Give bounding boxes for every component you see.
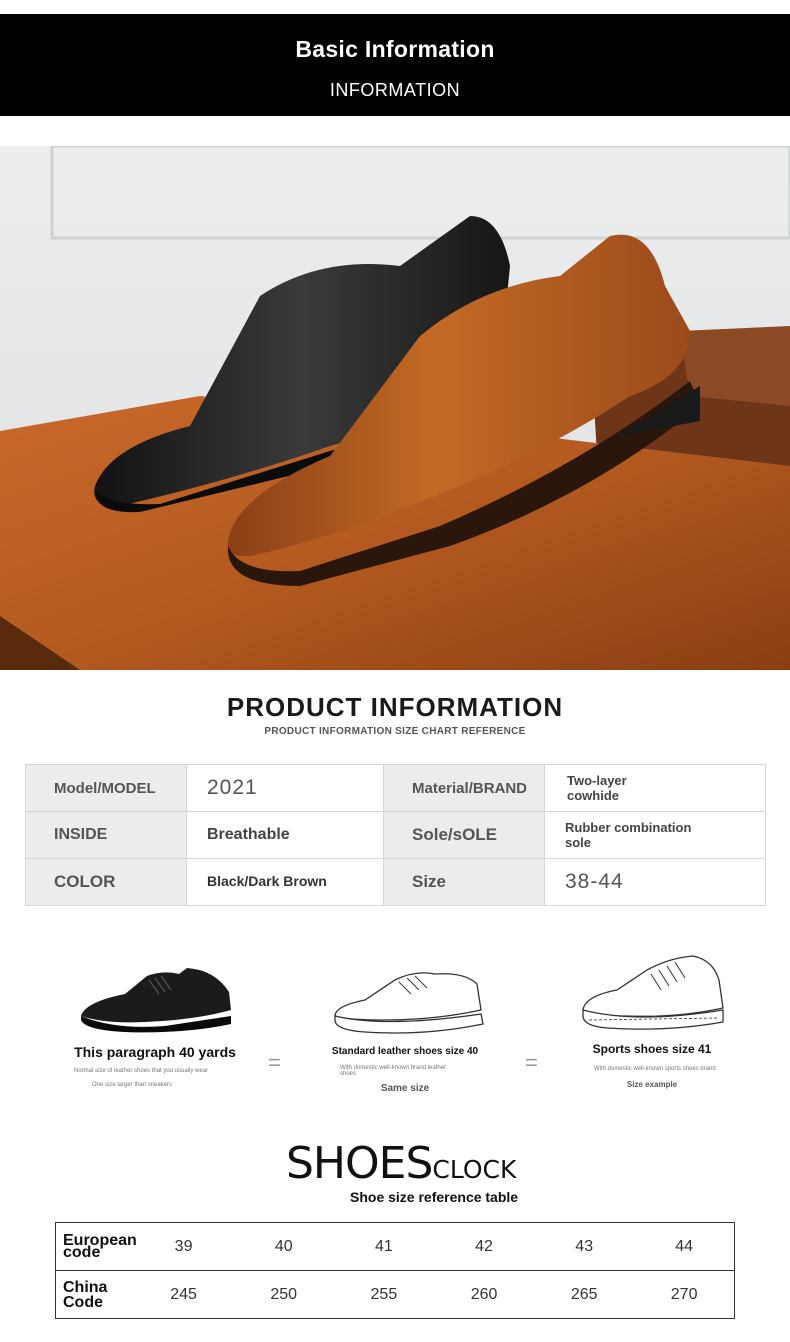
comparison-title: This paragraph 40 yards	[74, 1044, 236, 1060]
product-info-table: Model/MODEL 2021 Material/BRAND Two-laye…	[25, 764, 766, 906]
size-cell: 42	[433, 1222, 535, 1271]
european-code-label: European code	[55, 1222, 137, 1271]
comparison-note: One size larger than sneakers	[92, 1082, 173, 1088]
comparison-title: Standard leather shoes size 40	[331, 1046, 479, 1057]
size-cell: 43	[534, 1222, 635, 1271]
comparison-title: Sports shoes size 41	[592, 1042, 712, 1056]
size-cell: 255	[333, 1270, 434, 1319]
banner-subtitle: INFORMATION	[329, 80, 461, 100]
table-row: INSIDE Breathable Sole/sOLE Rubber combi…	[25, 811, 766, 859]
comparison-note: With domestic well-known sports shoes br…	[594, 1066, 716, 1072]
size-cell: 250	[233, 1270, 334, 1319]
size-cell: 39	[133, 1222, 234, 1271]
size-cell: 265	[534, 1270, 635, 1319]
black-dress-shoe-icon	[81, 968, 231, 1033]
size-cell: 270	[634, 1270, 736, 1319]
size-label: Size	[383, 858, 545, 906]
header-banner: Basic Information INFORMATION	[0, 14, 790, 116]
china-code-label: China Code	[55, 1270, 134, 1319]
table-row: European code 39 40 41 42 43 44	[55, 1222, 736, 1271]
outline-leather-shoe-icon	[334, 972, 484, 1034]
color-value: Black/Dark Brown	[186, 858, 384, 906]
size-cell: 44	[634, 1222, 736, 1271]
material-value: Two-layer cowhide	[544, 764, 766, 812]
size-chart-subtitle: Shoe size reference table	[350, 1189, 519, 1205]
material-label: Material/BRAND	[383, 764, 545, 812]
model-label: Model/MODEL	[25, 764, 187, 812]
size-chart-title: SHOESCLOCK	[286, 1138, 517, 1189]
sole-label: Sole/sOLE	[383, 811, 545, 859]
sole-value: Rubber combination sole	[544, 811, 766, 859]
comparison-note: Same size	[380, 1083, 430, 1094]
equals-sign: =	[525, 1050, 538, 1075]
size-cell: 245	[133, 1270, 234, 1319]
product-info-title: PRODUCT INFORMATION	[226, 692, 564, 722]
size-cell: 40	[233, 1222, 334, 1271]
size-value: 38-44	[544, 858, 766, 906]
size-reference-table: European code 39 40 41 42 43 44 China Code…	[55, 1222, 736, 1319]
comparison-note: With domestic well-known brand leather s…	[340, 1065, 447, 1077]
comparison-item-standard-shoe: Standard leather shoes size 40 With dome…	[310, 950, 500, 1094]
comparison-note: Normal size of leather shoes that you us…	[74, 1068, 209, 1074]
comparison-item-dress-shoe: This paragraph 40 yards Normal size of l…	[60, 950, 250, 1088]
table-row: COLOR Black/Dark Brown Size 38-44	[25, 858, 766, 906]
banner-title: Basic Information	[295, 36, 495, 62]
comparison-item-sneaker: Sports shoes size 41 With domestic well-…	[562, 950, 742, 1089]
table-row: China Code 245 250 255 260 265 270	[55, 1270, 736, 1319]
color-label: COLOR	[25, 858, 187, 906]
table-row: Model/MODEL 2021 Material/BRAND Two-laye…	[25, 764, 766, 812]
sneaker-icon	[582, 955, 724, 1030]
comparison-note: Size example	[626, 1080, 678, 1089]
product-info-subtitle: PRODUCT INFORMATION SIZE CHART REFERENCE	[264, 726, 526, 737]
size-cell: 41	[333, 1222, 434, 1271]
equals-sign: =	[268, 1050, 281, 1075]
inside-value: Breathable	[186, 811, 384, 859]
product-photo	[0, 146, 790, 670]
inside-label: INSIDE	[25, 811, 187, 859]
size-cell: 260	[433, 1270, 535, 1319]
model-value: 2021	[186, 764, 384, 812]
